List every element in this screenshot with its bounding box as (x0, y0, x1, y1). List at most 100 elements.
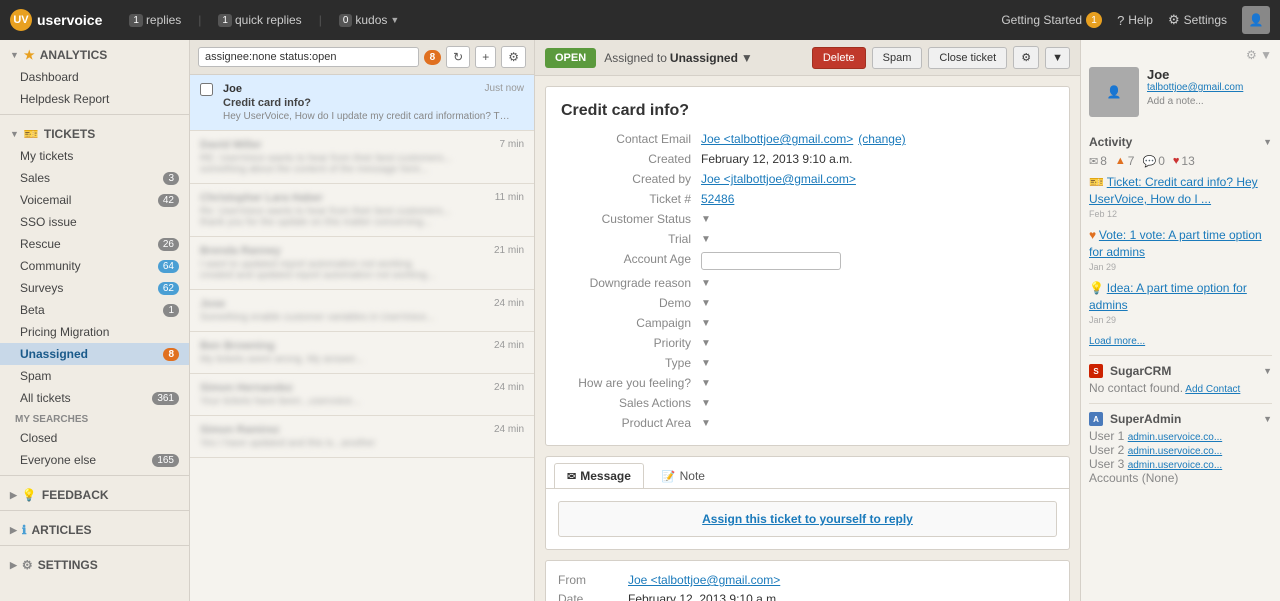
nav-quick-replies[interactable]: 1 quick replies (211, 10, 308, 30)
created-by-link[interactable]: Joe <jtalbottjoe@gmail.com> (701, 172, 856, 186)
user-avatar-nav[interactable]: 👤 (1242, 6, 1270, 34)
superadmin-name: SuperAdmin (1110, 412, 1181, 426)
campaign-dropdown[interactable]: ▼ (701, 316, 1054, 330)
activity-link-1[interactable]: Vote: 1 vote: A part time option for adm… (1089, 228, 1262, 259)
user-2-link[interactable]: admin.uservoice.co... (1128, 446, 1223, 457)
top-nav-right: Getting Started 1 ? Help ⚙ Settings 👤 (1001, 6, 1270, 34)
ticket-count-badge: 8 (424, 50, 442, 65)
assignee-dropdown-arrow[interactable]: ▼ (741, 51, 753, 65)
assign-self-button[interactable]: Assign this ticket to yourself to reply (558, 501, 1057, 537)
sugarcrm-arrow[interactable]: ▼ (1263, 366, 1272, 376)
help-nav[interactable]: ? Help (1117, 13, 1153, 28)
add-note-link[interactable]: Add a note... (1147, 96, 1243, 107)
spam-label: Spam (20, 369, 51, 383)
sidebar-item-sales[interactable]: Sales 3 (0, 167, 189, 189)
sugarcrm-integration: S SugarCRM ▼ No contact found. Add Conta… (1089, 355, 1272, 395)
feeling-dropdown[interactable]: ▼ (701, 376, 1054, 390)
analytics-section-header[interactable]: ▼ ★ ANALYTICS (0, 40, 189, 66)
ticket-item[interactable]: Simon Hernandez 24 min Your tickets have… (190, 374, 534, 416)
sidebar-item-rescue[interactable]: Rescue 26 (0, 233, 189, 255)
user-3-link[interactable]: admin.uservoice.co... (1128, 460, 1223, 471)
change-email-link[interactable]: (change) (858, 132, 905, 146)
sidebar-item-my-tickets[interactable]: My tickets (0, 145, 189, 167)
customer-status-dropdown[interactable]: ▼ (701, 212, 1054, 226)
sidebar-item-everyone-else[interactable]: Everyone else 165 (0, 449, 189, 471)
sidebar-item-community[interactable]: Community 64 (0, 255, 189, 277)
sidebar-item-all-tickets[interactable]: All tickets 361 (0, 387, 189, 409)
sidebar-item-closed[interactable]: Closed (0, 427, 189, 449)
settings-section-header[interactable]: ▶ ⚙ SETTINGS (0, 550, 189, 576)
filter-settings-button[interactable]: ⚙ (501, 46, 526, 68)
downgrade-reason-dropdown[interactable]: ▼ (701, 276, 1054, 290)
activity-arrow[interactable]: ▼ (1263, 137, 1272, 147)
articles-section-header[interactable]: ▶ ℹ ARTICLES (0, 515, 189, 541)
add-ticket-button[interactable]: + (475, 46, 496, 68)
ticket-dropdown-button[interactable]: ▼ (1045, 47, 1070, 69)
tab-note[interactable]: 📝 Note (649, 463, 718, 488)
help-label: Help (1128, 13, 1153, 27)
right-sidebar-settings[interactable]: ⚙ ▼ (1246, 48, 1272, 62)
contact-email-value: Joe <talbottjoe@gmail.com> (change) (701, 132, 1054, 146)
account-age-input[interactable] (701, 252, 841, 270)
user-1-link[interactable]: admin.uservoice.co... (1128, 432, 1223, 443)
refresh-button[interactable]: ↻ (446, 46, 470, 68)
open-status-badge: OPEN (545, 48, 596, 68)
sidebar-item-voicemail[interactable]: Voicemail 42 (0, 189, 189, 211)
type-dropdown[interactable]: ▼ (701, 356, 1054, 370)
ticket-checkbox[interactable] (200, 83, 213, 96)
sidebar-item-helpdesk-report[interactable]: Helpdesk Report (0, 88, 189, 110)
email-count: ✉ 8 (1089, 154, 1107, 168)
close-ticket-button[interactable]: Close ticket (928, 47, 1007, 69)
settings-nav[interactable]: ⚙ Settings (1168, 12, 1227, 28)
sugarcrm-add-contact[interactable]: Add Contact (1185, 384, 1240, 395)
ticket-item[interactable]: Jose 24 min Something enable customer va… (190, 290, 534, 332)
ticket-item[interactable]: Joe Just now Credit card info? Hey UserV… (190, 75, 534, 131)
ticket-search-input[interactable] (198, 47, 419, 67)
tickets-section-header[interactable]: ▼ 🎫 TICKETS (0, 119, 189, 145)
ticket-preview2: something about the content of the messa… (200, 164, 490, 175)
load-more-link[interactable]: Load more... (1089, 336, 1145, 347)
user-email[interactable]: talbottjoe@gmail.com (1147, 82, 1243, 93)
ticket-num-link[interactable]: 52486 (701, 192, 734, 206)
created-value: February 12, 2013 9:10 a.m. (701, 152, 1054, 166)
sidebar-item-pricing-migration[interactable]: Pricing Migration (0, 321, 189, 343)
ticket-item[interactable]: Christopher Lara Haber 11 min Re: UserVo… (190, 184, 534, 237)
sidebar-item-sso-issue[interactable]: SSO issue (0, 211, 189, 233)
spam-button[interactable]: Spam (872, 47, 923, 69)
contact-email-link[interactable]: Joe <talbottjoe@gmail.com> (701, 132, 853, 146)
email-fields: From Joe <talbottjoe@gmail.com> Date Feb… (558, 573, 1057, 601)
activity-label: Activity (1089, 135, 1132, 149)
from-link[interactable]: Joe <talbottjoe@gmail.com> (628, 573, 780, 587)
replies-label: replies (146, 13, 181, 27)
sidebar-item-dashboard[interactable]: Dashboard (0, 66, 189, 88)
sidebar-item-spam[interactable]: Spam (0, 365, 189, 387)
ticket-item[interactable]: David Miller 7 min RE: UserVoice wants t… (190, 131, 534, 184)
gear-icon: ⚙ (1168, 12, 1180, 28)
logo-text: uservoice (37, 12, 102, 28)
demo-dropdown[interactable]: ▼ (701, 296, 1054, 310)
logo[interactable]: UV uservoice (10, 9, 102, 31)
sales-actions-dropdown[interactable]: ▼ (701, 396, 1054, 410)
product-area-dropdown[interactable]: ▼ (701, 416, 1054, 430)
account-age-label: Account Age (561, 252, 701, 270)
sidebar-item-beta[interactable]: Beta 1 (0, 299, 189, 321)
ticket-item[interactable]: Ben Browning 24 min My tickets seem wron… (190, 332, 534, 374)
delete-button[interactable]: Delete (812, 47, 866, 69)
priority-dropdown[interactable]: ▼ (701, 336, 1054, 350)
feedback-section-header[interactable]: ▶ 💡 FEEDBACK (0, 480, 189, 506)
nav-kudos[interactable]: 0 kudos ▼ (332, 10, 407, 30)
getting-started-nav[interactable]: Getting Started 1 (1001, 12, 1102, 28)
activity-date-1: Jan 29 (1089, 262, 1116, 272)
sidebar-item-unassigned[interactable]: Unassigned 8 (0, 343, 189, 365)
tab-message[interactable]: ✉ Message (554, 463, 644, 488)
activity-link-2[interactable]: Idea: A part time option for admins (1089, 281, 1247, 312)
ticket-item[interactable]: Brenda Ranney 21 min I want to updated r… (190, 237, 534, 290)
nav-replies[interactable]: 1 replies (122, 10, 188, 30)
superadmin-arrow[interactable]: ▼ (1263, 414, 1272, 424)
activity-link-0[interactable]: Ticket: Credit card info? Hey UserVoice,… (1089, 175, 1258, 206)
ticket-item[interactable]: Simon Ramirez 24 min Yes I have updated … (190, 416, 534, 458)
ticket-options-button[interactable]: ⚙ (1013, 46, 1039, 69)
sidebar-item-surveys[interactable]: Surveys 62 (0, 277, 189, 299)
created-by-label: Created by (561, 172, 701, 186)
trial-dropdown[interactable]: ▼ (701, 232, 1054, 246)
